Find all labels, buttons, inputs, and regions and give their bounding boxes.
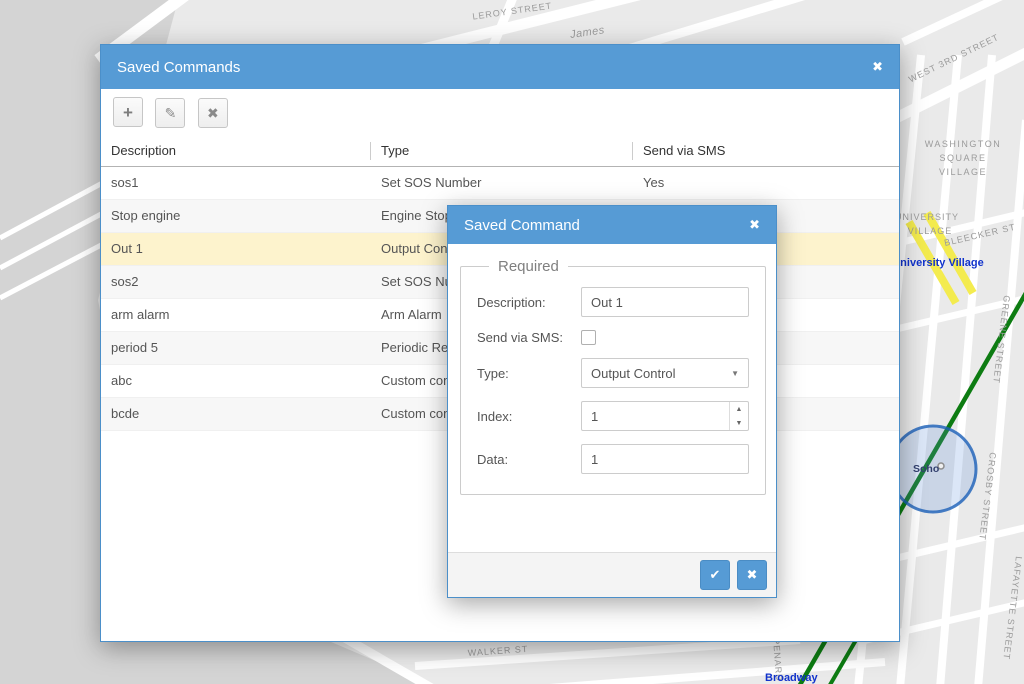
close-icon[interactable]: ✖ bbox=[749, 217, 760, 233]
type-label: Type: bbox=[477, 366, 581, 381]
cell-description: arm alarm bbox=[101, 307, 371, 322]
index-field-row: Index: 1 ▲ ▼ bbox=[477, 401, 749, 431]
table-row[interactable]: sos1 Set SOS Number Yes bbox=[101, 167, 899, 200]
area-label-university-1: UNIVERSITY bbox=[895, 212, 959, 222]
delete-command-button[interactable]: ✖ bbox=[198, 98, 228, 128]
cell-description: sos2 bbox=[101, 274, 371, 289]
data-field-row: Data: bbox=[477, 444, 749, 474]
type-select-value: Output Control bbox=[591, 366, 731, 381]
close-icon: ✖ bbox=[747, 567, 758, 583]
area-label-university-2: VILLAGE bbox=[908, 226, 953, 236]
edit-command-button[interactable]: ✎ bbox=[155, 98, 185, 128]
place-label-broadway: Broadway bbox=[765, 672, 818, 684]
commands-table-header: Description Type Send via SMS bbox=[101, 136, 899, 167]
column-header-description[interactable]: Description bbox=[101, 142, 371, 160]
type-select[interactable]: Output Control ▼ bbox=[581, 358, 749, 388]
sms-label: Send via SMS: bbox=[477, 330, 581, 345]
saved-command-body: Required Description: Send via SMS: Type… bbox=[448, 244, 776, 495]
column-header-type[interactable]: Type bbox=[371, 142, 633, 160]
sms-field-row: Send via SMS: bbox=[477, 330, 749, 345]
saved-command-title: Saved Command bbox=[464, 217, 749, 234]
type-field-row: Type: Output Control ▼ bbox=[477, 358, 749, 388]
area-label-washington-2: SQUARE bbox=[939, 153, 986, 163]
data-label: Data: bbox=[477, 452, 581, 467]
cell-description: bcde bbox=[101, 406, 371, 421]
send-sms-checkbox[interactable] bbox=[581, 330, 596, 345]
saved-commands-title: Saved Commands bbox=[117, 59, 872, 76]
cancel-button[interactable]: ✖ bbox=[737, 560, 767, 590]
description-field-row: Description: bbox=[477, 287, 749, 317]
saved-command-footer: ✔ ✖ bbox=[448, 552, 776, 597]
area-label-washington-1: WASHINGTON bbox=[925, 139, 1002, 149]
saved-commands-header: Saved Commands ✖ bbox=[101, 45, 899, 89]
chevron-down-icon: ▼ bbox=[731, 369, 739, 378]
spinner-up-icon[interactable]: ▲ bbox=[730, 402, 748, 416]
check-icon: ✔ bbox=[710, 567, 721, 583]
column-header-sms[interactable]: Send via SMS bbox=[633, 142, 899, 160]
place-label-soho: Soho bbox=[913, 463, 939, 475]
required-legend: Required bbox=[489, 258, 568, 275]
description-input[interactable] bbox=[581, 287, 749, 317]
data-input[interactable] bbox=[581, 444, 749, 474]
required-fieldset: Required Description: Send via SMS: Type… bbox=[460, 258, 766, 495]
cell-description: Stop engine bbox=[101, 208, 371, 223]
cell-description: Out 1 bbox=[101, 241, 371, 256]
index-spinner[interactable]: 1 ▲ ▼ bbox=[581, 401, 749, 431]
cell-description: abc bbox=[101, 373, 371, 388]
commands-toolbar: + ✎ ✖ bbox=[101, 89, 899, 136]
add-command-button[interactable]: + bbox=[113, 97, 143, 127]
cell-description: sos1 bbox=[101, 175, 371, 190]
description-label: Description: bbox=[477, 295, 581, 310]
cell-description: period 5 bbox=[101, 340, 371, 355]
cell-type: Set SOS Number bbox=[371, 175, 633, 190]
spinner-down-icon[interactable]: ▼ bbox=[730, 416, 748, 430]
place-label-university-village: University Village bbox=[892, 257, 984, 269]
saved-command-header: Saved Command ✖ bbox=[448, 206, 776, 244]
index-spinner-buttons: ▲ ▼ bbox=[729, 402, 748, 430]
index-spinner-value: 1 bbox=[582, 409, 729, 424]
close-icon[interactable]: ✖ bbox=[872, 59, 883, 75]
saved-command-dialog: Saved Command ✖ Required Description: Se… bbox=[447, 205, 777, 598]
index-label: Index: bbox=[477, 409, 581, 424]
confirm-button[interactable]: ✔ bbox=[700, 560, 730, 590]
cell-sms: Yes bbox=[633, 175, 899, 190]
area-label-washington-3: VILLAGE bbox=[939, 167, 987, 177]
